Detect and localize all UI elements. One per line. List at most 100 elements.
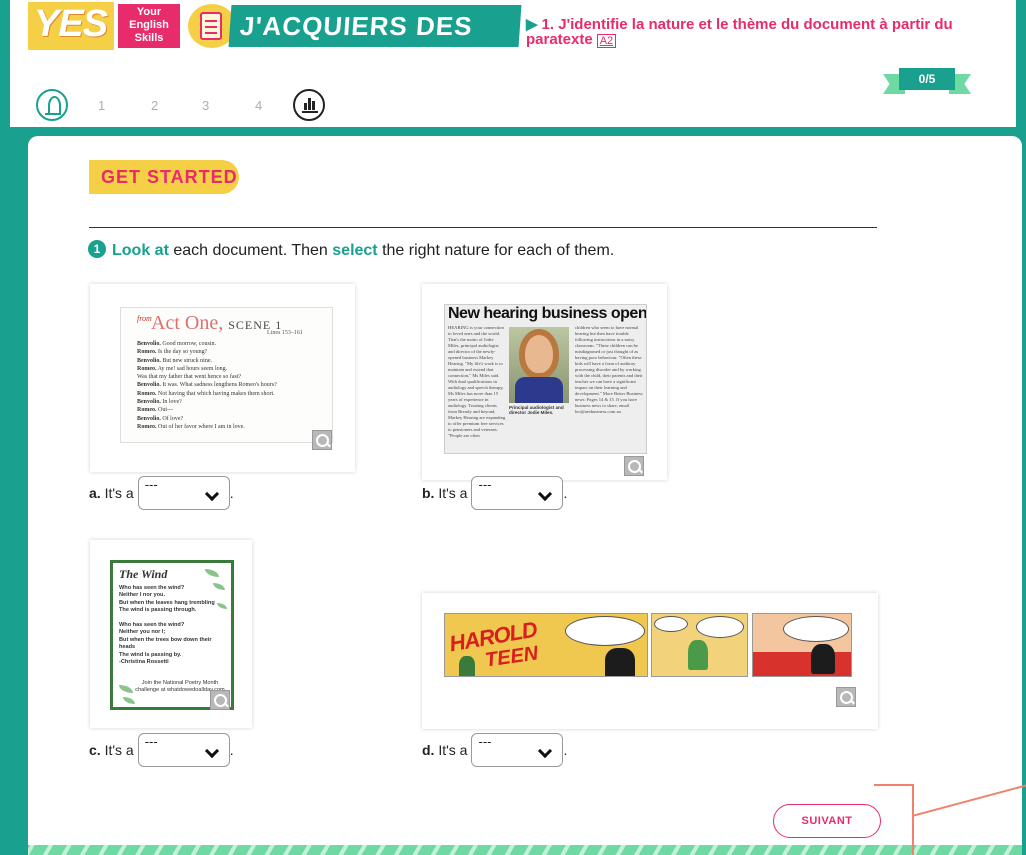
speaker: Romeo. xyxy=(137,390,157,397)
doc-b-portrait-body xyxy=(515,377,563,403)
instruction-text: each document. Then xyxy=(168,242,333,259)
yes-logo-text: YES xyxy=(34,3,108,45)
dialogue: Out— xyxy=(156,407,173,414)
speech-bubble xyxy=(565,616,645,646)
doc-b-caption: Principal audiologist and director Jodie… xyxy=(509,405,564,415)
comic-character xyxy=(811,644,835,674)
script-line: Benvolio. In love? xyxy=(137,398,327,406)
nature-select-b[interactable]: --- xyxy=(471,476,564,510)
comic-panel-2 xyxy=(651,613,748,677)
lesson-title-text: 1. J'identifie la nature et le thème du … xyxy=(526,16,953,48)
zoom-icon[interactable] xyxy=(210,690,230,710)
doc-a-from: from xyxy=(137,314,152,323)
answer-d: d. It's a ---. xyxy=(422,733,567,767)
speaker: Romeo. xyxy=(137,423,157,430)
dialogue: Is the day so young? xyxy=(156,349,208,356)
script-line: Romeo. Out of her favor where I am in lo… xyxy=(137,423,327,431)
instruction-text: the right nature for each of them. xyxy=(377,242,615,259)
answer-letter: d. xyxy=(422,742,435,758)
answer-prefix: It's a xyxy=(438,742,468,758)
script-line: Romeo. Not having that which having make… xyxy=(137,390,327,398)
section-badge: GET STARTED xyxy=(89,160,239,194)
comic-character xyxy=(688,640,708,670)
instruction: 1 Look at each document. Then select the … xyxy=(88,240,614,260)
answer-prefix: It's a xyxy=(104,485,134,501)
your-english-skills-tag: Your English Skills xyxy=(118,4,180,48)
dialogue: Ay me! sad hours seem long. xyxy=(156,365,228,372)
chevron-down-icon xyxy=(538,743,553,759)
callout-line xyxy=(912,785,914,855)
nature-select-d[interactable]: --- xyxy=(471,733,564,767)
answer-letter: b. xyxy=(422,485,435,501)
answer-b: b. It's a ---. xyxy=(422,476,567,510)
zoom-icon[interactable] xyxy=(836,687,856,707)
select-value: --- xyxy=(478,734,492,749)
keyword-select: select xyxy=(332,242,378,259)
logo-tag-line: English xyxy=(129,19,169,31)
zoom-icon[interactable] xyxy=(624,456,644,476)
speech-bubble xyxy=(696,616,744,638)
document-card-d: HAROLD TEEN xyxy=(422,593,878,729)
exercise-panel: GET STARTED 1 Look at each document. Then… xyxy=(28,136,1022,855)
script-line: Was that my father that went hence so fa… xyxy=(137,373,327,381)
leaf-decoration xyxy=(119,685,133,693)
poem-line: The wind is passing through. xyxy=(119,607,197,614)
step-2[interactable]: 2 xyxy=(151,98,158,113)
callout-line xyxy=(874,784,914,786)
script-line: Romeo. Ay me! sad hours seem long. xyxy=(137,365,327,373)
step-1[interactable]: 1 xyxy=(98,98,105,113)
dialogue: In love? xyxy=(160,399,182,406)
rocket-icon[interactable] xyxy=(36,89,68,121)
script-line: Benvolio. It was. What sadness lengthens… xyxy=(137,381,327,389)
comic-panel-1: HAROLD TEEN xyxy=(444,613,648,677)
speaker: Benvolio. xyxy=(137,382,161,389)
dialogue: Good morrow, cousin. xyxy=(160,341,216,347)
score-ribbon: 0/5 xyxy=(883,68,971,94)
nature-select-c[interactable]: --- xyxy=(137,733,230,767)
script-line: Benvolio. But new struck nine. xyxy=(137,357,327,365)
poem-line: But when the leaves hang trembling xyxy=(119,599,215,606)
select-value: --- xyxy=(144,477,158,492)
comic-panel-3 xyxy=(752,613,852,677)
play-script-image: from Act One, SCENE 1 Lines 153–161 Benv… xyxy=(120,307,333,443)
dialogue: But new struck nine. xyxy=(160,357,213,364)
answer-a: a. It's a ---. xyxy=(89,476,234,510)
divider xyxy=(89,227,877,228)
doc-c-title: The Wind xyxy=(119,567,168,581)
dialogue: Of love? xyxy=(160,415,184,422)
speaker: Benvolio. xyxy=(137,357,161,364)
nature-select-a[interactable]: --- xyxy=(137,476,230,510)
doc-b-column-1: HEARING is your connection to loved ones… xyxy=(448,325,506,438)
speech-bubble xyxy=(654,616,688,632)
poem-line: Who has seen the wind? xyxy=(119,622,185,629)
keyword-look-at: Look at xyxy=(112,242,169,259)
level-badge[interactable]: A2 xyxy=(596,34,617,48)
document-card-c: The Wind Who has seen the wind? Neither I… xyxy=(90,540,252,728)
logo-tag-line: Skills xyxy=(134,32,164,44)
document-card-b: New hearing business opens HEARING is yo… xyxy=(422,284,667,480)
strategy-title: J'ACQUIERS DES STRATÉGIES xyxy=(228,5,522,83)
answer-letter: a. xyxy=(89,485,101,501)
score-value: 0/5 xyxy=(899,68,955,90)
poem-line: Neither you nor I; xyxy=(119,629,166,636)
comic-character xyxy=(605,648,635,676)
script-line: Benvolio. Of love? xyxy=(137,415,327,423)
results-chart-icon[interactable] xyxy=(293,89,325,121)
doc-c-poem: Who has seen the wind? Neither I nor you.… xyxy=(119,585,229,666)
step-3[interactable]: 3 xyxy=(202,98,209,113)
newspaper-image: New hearing business opens HEARING is yo… xyxy=(444,304,647,454)
answer-letter: c. xyxy=(89,742,101,758)
next-button[interactable]: SUIVANT xyxy=(773,804,881,838)
answer-prefix: It's a xyxy=(104,742,134,758)
header-banner: YES Your English Skills J'ACQUIERS DES S… xyxy=(10,0,1026,83)
script-line: Benvolio. Good morrow, cousin. xyxy=(137,340,327,348)
poem-line: Neither I nor you. xyxy=(119,592,165,599)
leaf-decoration xyxy=(123,697,135,704)
speaker: Romeo. xyxy=(137,349,157,356)
doc-a-lines: Lines 153–161 xyxy=(267,330,303,336)
zoom-icon[interactable] xyxy=(312,430,332,450)
step-4[interactable]: 4 xyxy=(255,98,262,113)
poem-line xyxy=(119,615,229,622)
script-line: Romeo. Out— xyxy=(137,406,327,414)
doc-a-text: Benvolio. Good morrow, cousin. Romeo. Is … xyxy=(137,340,327,431)
